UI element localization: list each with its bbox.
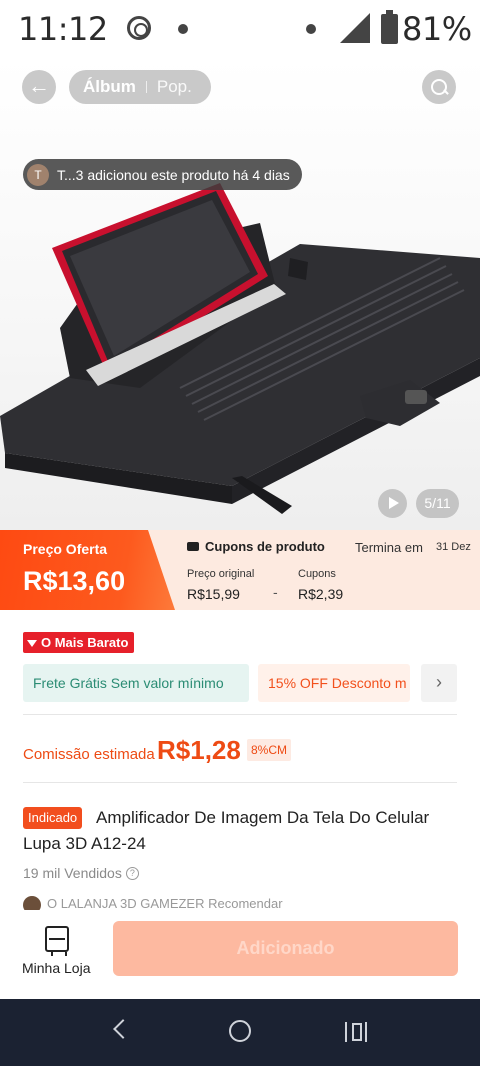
commission-value: R$1,28 — [157, 735, 241, 765]
recommended-tag: Indicado — [23, 807, 83, 829]
tab-album[interactable]: Álbum — [83, 77, 136, 97]
help-icon[interactable]: ? — [125, 866, 139, 880]
promo-row: Frete Grátis Sem valor mínimo 15% OFF De… — [23, 664, 457, 702]
ends-date: 31 Dez — [436, 541, 471, 553]
arrow-down-icon — [27, 640, 37, 647]
avatar — [23, 896, 41, 910]
product-image — [0, 183, 480, 514]
product-title: Amplificador De Imagem Da Tela Do Celula… — [96, 808, 430, 827]
coupon-title[interactable]: Cupons de produto — [187, 539, 325, 554]
discount-chip[interactable]: 15% OFF Desconto m — [258, 664, 410, 702]
sold-count-text: 19 mil Vendidos — [23, 865, 122, 881]
chevron-right-icon: › — [436, 672, 442, 692]
divider — [23, 782, 457, 783]
cheapest-badge-text: O Mais Barato — [41, 635, 129, 650]
signal-icon — [340, 13, 370, 43]
my-store-button[interactable]: Minha Loja — [22, 960, 91, 976]
free-shipping-chip[interactable]: Frete Grátis Sem valor mínimo — [23, 664, 249, 702]
coupons-label: Cupons — [298, 568, 336, 580]
battery-icon — [381, 10, 398, 44]
price-banner: Preço Oferta R$13,60 Cupons de produto T… — [0, 530, 480, 610]
tab-pop[interactable]: Pop. — [157, 77, 192, 97]
system-navigation-bar — [0, 999, 480, 1066]
gallery-tabs: Álbum Pop. — [69, 70, 211, 104]
cheapest-badge: O Mais Barato — [23, 632, 135, 653]
commission-rate-badge: 8%CM — [247, 739, 292, 761]
nav-home-icon[interactable] — [229, 1020, 251, 1042]
nav-back-icon[interactable] — [113, 1019, 133, 1039]
activity-text: T...3 adicionou este produto há 4 dias — [57, 166, 290, 183]
tab-separator — [145, 81, 147, 93]
original-price-label: Preço original — [187, 568, 255, 580]
notification-dot-icon — [178, 24, 188, 34]
image-counter: 5/11 — [416, 489, 459, 518]
battery-percent: 81% — [402, 10, 472, 48]
added-button[interactable]: Adicionado — [113, 921, 458, 976]
play-video-button[interactable] — [378, 489, 407, 518]
product-image-gallery[interactable] — [0, 58, 480, 530]
commission-label: Comissão estimada — [23, 746, 155, 763]
ends-label: Termina em — [355, 540, 423, 555]
sold-count: 19 mil Vendidos ? — [23, 865, 139, 881]
recommender-text: O LALANJA 3D GAMEZER Recomendar — [47, 896, 283, 910]
arrow-left-icon: ← — [28, 73, 50, 98]
status-time: 11:12 — [18, 10, 108, 48]
status-bar: 11:12 81% — [0, 0, 480, 58]
nav-recents-icon[interactable] — [345, 1022, 367, 1042]
notification-dot-icon — [306, 24, 316, 34]
top-navigation: ← Álbum Pop. — [0, 70, 480, 104]
ticket-icon — [187, 542, 199, 551]
back-button[interactable]: ← — [22, 70, 56, 104]
recommender-row: O LALANJA 3D GAMEZER Recomendar — [23, 896, 283, 910]
minus-sign: - — [273, 584, 278, 600]
search-button[interactable] — [422, 70, 456, 104]
offer-price-label: Preço Oferta — [23, 541, 108, 557]
cast-icon — [127, 16, 151, 40]
coupon-title-text: Cupons de produto — [205, 539, 325, 554]
store-icon[interactable] — [45, 926, 69, 956]
coupons-value: R$2,39 — [298, 586, 344, 602]
avatar: T — [27, 163, 49, 186]
offer-price-value: R$13,60 — [23, 566, 126, 596]
product-title-cont: Lupa 3D A12-24 — [23, 834, 146, 853]
activity-toast: T T...3 adicionou este produto há 4 dias — [23, 159, 302, 190]
original-price-value: R$15,99 — [187, 586, 240, 602]
product-page: 11:12 81% ← Álbum Pop. T T...3 adicionou… — [0, 0, 480, 1066]
divider — [23, 714, 457, 715]
promo-more-button[interactable]: › — [421, 664, 457, 702]
